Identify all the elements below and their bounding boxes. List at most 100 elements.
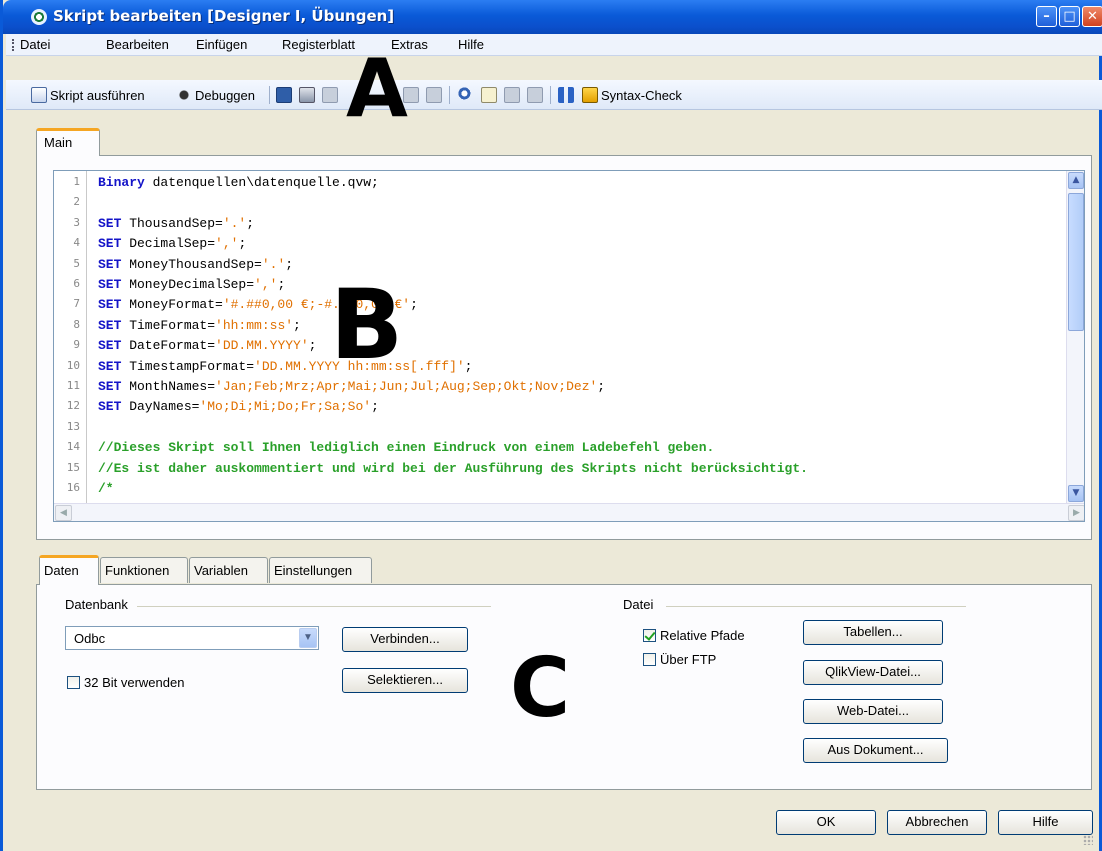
code-line[interactable]: SET TimestampFormat='DD.MM.YYYY hh:mm:ss…	[98, 359, 472, 374]
tab-funktionen[interactable]: Funktionen	[100, 557, 188, 583]
code-token: ;	[371, 399, 379, 415]
use-32bit-checkbox-box[interactable]	[67, 676, 80, 689]
ftp-checkbox[interactable]: Über FTP	[643, 652, 716, 667]
scroll-left-icon[interactable]: ◀	[55, 505, 72, 521]
scroll-down-icon[interactable]: ▼	[1068, 485, 1084, 502]
run-script-button[interactable]: Skript ausführen	[31, 85, 145, 105]
relative-paths-label: Relative Pfade	[660, 628, 745, 643]
ftp-checkbox-box[interactable]	[643, 653, 656, 666]
indent-button[interactable]	[504, 85, 523, 105]
cut-button[interactable]	[322, 85, 341, 105]
code-line[interactable]: //Dieses Skript soll Ihnen lediglich ein…	[98, 440, 714, 455]
code-token: DateFormat=	[121, 338, 216, 354]
code-line[interactable]: /*	[98, 481, 114, 496]
code-line[interactable]: SET DecimalSep=',';	[98, 236, 246, 251]
code-token: ','	[254, 277, 278, 292]
use-32bit-label: 32 Bit verwenden	[84, 675, 185, 690]
code-token: MoneyThousandSep=	[121, 256, 262, 272]
maximize-icon: □	[1063, 9, 1076, 24]
script-code-area[interactable]: Binary datenquellen\datenquelle.qvw; SET …	[98, 171, 1058, 503]
menu-bearbeiten[interactable]: Bearbeiten	[106, 37, 169, 52]
debug-button[interactable]: Debuggen	[176, 85, 255, 105]
outdent-button[interactable]	[527, 85, 546, 105]
from-document-button[interactable]: Aus Dokument...	[803, 738, 948, 763]
paste-button[interactable]	[426, 85, 445, 105]
code-token: SET	[98, 338, 122, 354]
script-editor[interactable]: 1 2 3 4 5 6 7 8 9 10 11 12 13 14 15 16 Binary datenquel…	[53, 170, 1085, 522]
code-token: ;	[293, 317, 301, 333]
code-token: SET	[98, 236, 122, 252]
title-bar[interactable]: Skript bearbeiten [Designer I, Übungen] …	[3, 0, 1102, 34]
code-line[interactable]: SET DateFormat='DD.MM.YYYY';	[98, 338, 316, 353]
toolbar: Skript ausführen Debuggen Syntax-Check	[6, 80, 1102, 110]
tab-main[interactable]: Main	[36, 128, 100, 156]
menu-grip-icon	[12, 39, 15, 51]
syntax-check-label: Syntax-Check	[601, 87, 682, 103]
chevron-down-icon[interactable]: ▼	[299, 628, 317, 648]
open-file-button[interactable]	[481, 85, 500, 105]
code-token: MoneyDecimalSep=	[121, 277, 255, 292]
code-line[interactable]: SET DayNames='Mo;Di;Mi;Do;Fr;Sa;So';	[98, 399, 379, 414]
tab-variablen[interactable]: Variablen	[189, 557, 268, 583]
code-token: 'DD.MM.YYYY'	[215, 338, 309, 354]
code-token: SET	[98, 317, 122, 333]
code-token: //Es ist daher auskommentiert und wird b…	[98, 460, 808, 476]
menu-datei[interactable]: Datei	[20, 37, 50, 52]
code-token: Binary	[98, 175, 145, 190]
code-line[interactable]: SET MoneyThousandSep='.';	[98, 257, 293, 272]
vertical-scrollbar[interactable]: ▲ ▼	[1066, 171, 1084, 503]
qlikview-file-button[interactable]: QlikView-Datei...	[803, 660, 943, 685]
maximize-button[interactable]: □	[1059, 6, 1080, 27]
tab-daten[interactable]: Daten	[39, 555, 99, 585]
code-line[interactable]: SET ThousandSep='.';	[98, 216, 254, 231]
print-icon	[299, 87, 315, 103]
code-token: TimestampFormat=	[121, 358, 255, 374]
menu-registerblatt[interactable]: Registerblatt	[282, 37, 355, 52]
minimize-button[interactable]: –	[1036, 6, 1057, 27]
line-number: 1	[73, 175, 80, 188]
line-number: 4	[73, 236, 80, 250]
script-editor-window: Skript bearbeiten [Designer I, Übungen] …	[0, 0, 1102, 851]
indent-icon	[504, 87, 520, 103]
table-viewer-button[interactable]	[558, 85, 577, 105]
database-select[interactable]: Odbc ▼	[65, 626, 319, 650]
tables-button[interactable]: Tabellen...	[803, 620, 943, 645]
horizontal-scrollbar[interactable]: ◀ ▶	[54, 503, 1084, 521]
menu-einfuegen[interactable]: Einfügen	[196, 37, 247, 52]
ok-button[interactable]: OK	[776, 810, 876, 835]
resize-grip-icon[interactable]	[1083, 835, 1093, 845]
cancel-button[interactable]: Abbrechen	[887, 810, 987, 835]
close-icon: ✕	[1087, 9, 1098, 24]
select-button[interactable]: Selektieren...	[342, 668, 468, 693]
code-line[interactable]: //Es ist daher auskommentiert und wird b…	[98, 461, 808, 476]
relative-paths-checkbox-box[interactable]	[643, 629, 656, 642]
vertical-scroll-thumb[interactable]	[1068, 193, 1084, 331]
close-button[interactable]: ✕	[1082, 6, 1102, 27]
debug-label: Debuggen	[195, 87, 255, 103]
print-button[interactable]	[299, 85, 318, 105]
connect-button[interactable]: Verbinden...	[342, 627, 468, 652]
save-button[interactable]	[276, 85, 295, 105]
line-number: 5	[73, 256, 80, 270]
code-token: MoneyFormat=	[121, 297, 223, 313]
code-token: 'hh:mm:ss'	[215, 317, 294, 333]
scroll-up-icon[interactable]: ▲	[1068, 172, 1084, 189]
syntax-check-button[interactable]: Syntax-Check	[582, 85, 682, 105]
use-32bit-checkbox[interactable]: 32 Bit verwenden	[67, 675, 184, 690]
code-line[interactable]: Binary datenquellen\datenquelle.qvw;	[98, 175, 379, 190]
toolbar-separator	[550, 86, 551, 104]
code-token: SET	[98, 215, 122, 231]
scroll-right-icon[interactable]: ▶	[1068, 505, 1084, 521]
help-button[interactable]: Hilfe	[998, 810, 1093, 835]
tab-einstellungen[interactable]: Einstellungen	[269, 557, 372, 583]
find-button[interactable]	[458, 85, 477, 105]
web-file-button[interactable]: Web-Datei...	[803, 699, 943, 724]
code-line[interactable]: SET TimeFormat='hh:mm:ss';	[98, 318, 301, 333]
code-line[interactable]: SET MonthNames='Jan;Feb;Mrz;Apr;Mai;Jun;…	[98, 379, 605, 394]
line-number: 7	[73, 297, 80, 311]
code-line[interactable]: SET MoneyDecimalSep=',';	[98, 277, 285, 292]
datenbank-group-divider	[137, 606, 491, 607]
window-title: Skript bearbeiten [Designer I, Übungen]	[53, 7, 395, 25]
menu-hilfe[interactable]: Hilfe	[458, 37, 484, 52]
relative-paths-checkbox[interactable]: Relative Pfade	[643, 628, 745, 643]
